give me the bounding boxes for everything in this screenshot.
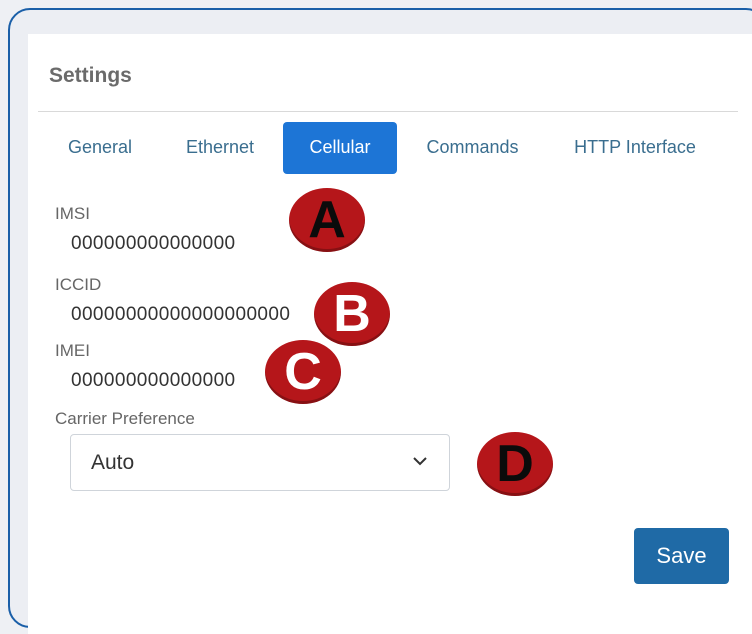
- imsi-value: 000000000000000: [71, 233, 236, 254]
- imsi-label: IMSI: [55, 204, 90, 223]
- iccid-value: 00000000000000000000: [71, 304, 291, 325]
- marker-c-label: C: [284, 343, 322, 401]
- carrier-preference-value: Auto: [91, 451, 135, 474]
- settings-panel: Settings General Ethernet Cellular Comma…: [28, 34, 752, 634]
- marker-a: A: [289, 188, 365, 252]
- marker-b: B: [314, 282, 390, 346]
- marker-c: C: [265, 340, 341, 404]
- carrier-preference-label: Carrier Preference: [55, 409, 195, 428]
- chevron-down-icon: [413, 457, 427, 466]
- tab-general[interactable]: General: [50, 122, 150, 174]
- imei-value: 000000000000000: [71, 370, 236, 391]
- imei-label: IMEI: [55, 341, 90, 360]
- marker-d-label: D: [496, 435, 534, 493]
- carrier-preference-select[interactable]: Auto: [70, 434, 450, 491]
- tab-ethernet[interactable]: Ethernet: [170, 122, 270, 174]
- tab-http-interface[interactable]: HTTP Interface: [560, 122, 710, 174]
- tab-cellular[interactable]: Cellular: [283, 122, 397, 174]
- marker-b-label: B: [333, 285, 371, 343]
- marker-d: D: [477, 432, 553, 496]
- save-button[interactable]: Save: [634, 528, 729, 584]
- divider: [38, 111, 738, 112]
- panel-title: Settings: [49, 64, 132, 87]
- settings-tabs: General Ethernet Cellular Commands HTTP …: [28, 122, 748, 174]
- tab-commands[interactable]: Commands: [410, 122, 535, 174]
- iccid-label: ICCID: [55, 275, 102, 294]
- marker-a-label: A: [308, 191, 346, 249]
